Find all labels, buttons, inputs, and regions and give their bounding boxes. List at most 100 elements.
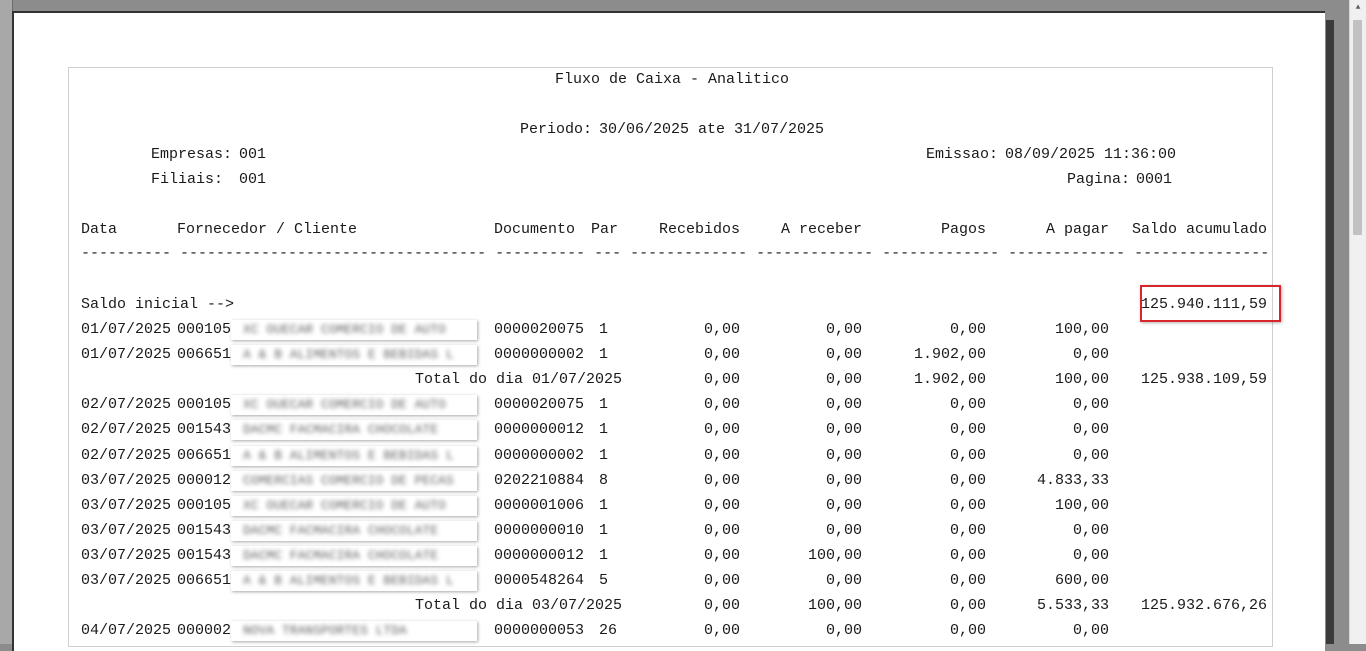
row-pagos: 0,00 <box>949 472 986 489</box>
row-pagos: 0,00 <box>949 447 986 464</box>
row-recebidos: 0,00 <box>703 622 740 639</box>
row-recebidos: 0,00 <box>703 472 740 489</box>
row-par: 5 <box>599 572 609 589</box>
row-documento: 0000000053 <box>494 622 585 639</box>
viewer-top-frame <box>0 0 1366 11</box>
col-header-recebidos: Recebidos <box>658 221 740 238</box>
row-documento: 0000000002 <box>494 447 585 464</box>
row-par: 26 <box>599 622 618 639</box>
row-documento: 0000000012 <box>494 421 585 438</box>
row-a-receber: 0,00 <box>825 321 862 338</box>
col-header-par: Par <box>591 221 619 238</box>
row-par: 1 <box>599 421 609 438</box>
row-a-pagar: 0,00 <box>1072 346 1109 363</box>
row-pagos: 1.902,00 <box>913 371 986 388</box>
row-a-pagar: 100,00 <box>1054 371 1109 388</box>
filiais-label: Filiais: <box>151 171 224 188</box>
emissao-label: Emissao: <box>926 146 999 163</box>
pagina-label: Pagina: <box>1067 171 1131 188</box>
row-date: 03/07/2025 <box>81 572 172 589</box>
row-documento: 0000001006 <box>494 497 585 514</box>
scroll-thumb[interactable] <box>1353 20 1362 235</box>
row-codigo: 001543 <box>177 522 232 539</box>
redacted-name: NOVA TRANSPORTES LTDA <box>231 621 477 641</box>
row-recebidos: 0,00 <box>703 447 740 464</box>
row-a-pagar: 0,00 <box>1072 447 1109 464</box>
redacted-name: DACMC FACMACIRA CHOCOLATE <box>231 521 477 541</box>
row-recebidos: 0,00 <box>703 321 740 338</box>
row-pagos: 0,00 <box>949 597 986 614</box>
row-pagos: 1.902,00 <box>913 346 986 363</box>
row-codigo: 006651 <box>177 572 232 589</box>
row-nome: DACMC FACMACIRA CHOCOLATE <box>243 523 439 538</box>
row-date: 02/07/2025 <box>81 421 172 438</box>
col-header-fornecedor: Fornecedor / Cliente <box>177 221 358 238</box>
row-a-pagar: 0,00 <box>1072 421 1109 438</box>
row-documento: 0000020075 <box>494 321 585 338</box>
row-documento: 0000000012 <box>494 547 585 564</box>
row-a-receber: 0,00 <box>825 447 862 464</box>
header-separator: ---------- -----------------------------… <box>81 245 1268 262</box>
row-nome: A & B ALIMENTOS E BEBIDAS L <box>243 573 454 588</box>
row-pagos: 0,00 <box>949 622 986 639</box>
row-a-receber: 0,00 <box>825 497 862 514</box>
periodo-value: 30/06/2025 ate 31/07/2025 <box>599 121 825 138</box>
row-nome: XC OUECAR COMERCIO DE AUTO <box>243 322 446 337</box>
row-nome: XC OUECAR COMERCIO DE AUTO <box>243 397 446 412</box>
row-recebidos: 0,00 <box>703 371 740 388</box>
row-pagos: 0,00 <box>949 572 986 589</box>
row-a-receber: 0,00 <box>825 622 862 639</box>
row-a-pagar: 4.833,33 <box>1036 472 1109 489</box>
row-documento: 0000548264 <box>494 572 585 589</box>
row-par: 1 <box>599 547 609 564</box>
saldo-inicial-label: Saldo inicial --> <box>81 296 235 313</box>
row-a-pagar: 5.533,33 <box>1036 597 1109 614</box>
col-header-data: Data <box>81 221 118 238</box>
col-header-documento: Documento <box>494 221 576 238</box>
row-recebidos: 0,00 <box>703 497 740 514</box>
page-shadow <box>1326 20 1334 644</box>
total-saldo: 125.932.676,26 <box>1140 597 1267 614</box>
row-codigo: 006651 <box>177 346 232 363</box>
row-par: 1 <box>599 321 609 338</box>
row-documento: 0000000002 <box>494 346 585 363</box>
redacted-name: DACMC FACMACIRA CHOCOLATE <box>231 546 477 566</box>
row-date: 03/07/2025 <box>81 522 172 539</box>
row-documento: 0202210884 <box>494 472 585 489</box>
row-pagos: 0,00 <box>949 547 986 564</box>
row-a-receber: 100,00 <box>807 547 862 564</box>
scroll-up-arrow-icon[interactable]: ▲ <box>1350 0 1366 16</box>
row-nome: A & B ALIMENTOS E BEBIDAS L <box>243 448 454 463</box>
empresas-value: 001 <box>239 146 267 163</box>
row-par: 1 <box>599 497 609 514</box>
row-a-receber: 0,00 <box>825 522 862 539</box>
redacted-name: DACMC FACMACIRA CHOCOLATE <box>231 420 477 440</box>
row-nome: XC OUECAR COMERCIO DE AUTO <box>243 498 446 513</box>
row-pagos: 0,00 <box>949 522 986 539</box>
redacted-name: XC OUECAR COMERCIO DE AUTO <box>231 496 477 516</box>
redacted-name: A & B ALIMENTOS E BEBIDAS L <box>231 345 477 365</box>
row-date: 01/07/2025 <box>81 321 172 338</box>
row-date: 02/07/2025 <box>81 447 172 464</box>
row-a-receber: 0,00 <box>825 421 862 438</box>
saldo-inicial-highlight <box>1140 285 1281 322</box>
row-par: 1 <box>599 522 609 539</box>
row-recebidos: 0,00 <box>703 421 740 438</box>
row-pagos: 0,00 <box>949 396 986 413</box>
row-a-receber: 0,00 <box>825 572 862 589</box>
row-par: 1 <box>599 396 609 413</box>
row-date: 04/07/2025 <box>81 622 172 639</box>
vertical-scrollbar[interactable]: ▲ <box>1349 0 1366 644</box>
row-a-pagar: 100,00 <box>1054 497 1109 514</box>
row-a-pagar: 0,00 <box>1072 622 1109 639</box>
row-nome: DACMC FACMACIRA CHOCOLATE <box>243 548 439 563</box>
row-recebidos: 0,00 <box>703 572 740 589</box>
row-a-pagar: 0,00 <box>1072 547 1109 564</box>
row-nome: NOVA TRANSPORTES LTDA <box>243 623 407 638</box>
periodo-label: Periodo: <box>520 121 593 138</box>
row-codigo: 000105 <box>177 321 232 338</box>
row-recebidos: 0,00 <box>703 396 740 413</box>
row-codigo: 000105 <box>177 497 232 514</box>
row-codigo: 000012 <box>177 472 232 489</box>
row-a-receber: 0,00 <box>825 396 862 413</box>
